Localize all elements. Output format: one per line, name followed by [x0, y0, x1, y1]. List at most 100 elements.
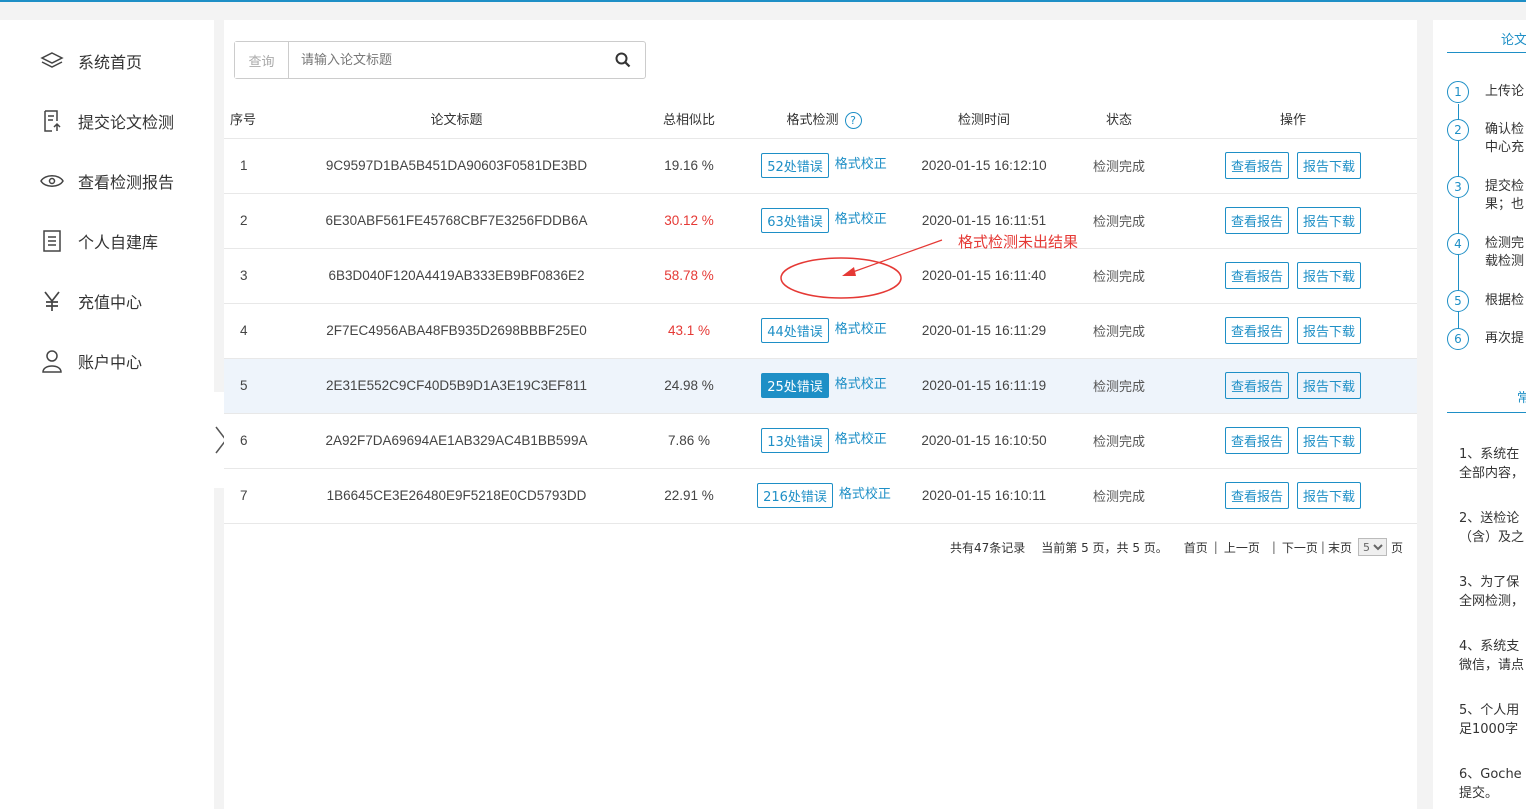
view-report-button[interactable]: 查看报告 [1224, 317, 1289, 344]
view-report-button[interactable]: 查看报告 [1224, 207, 1289, 234]
step-text: 根据检 [1485, 292, 1524, 310]
format-fix-link[interactable]: 格式校正 [835, 322, 887, 337]
step-line: 上传论 [1485, 84, 1525, 99]
row-similarity: 43.1 % [629, 303, 749, 359]
row-time: 2020-01-15 16:11:19 [899, 358, 1069, 414]
pagination: 共有47条记录 当前第 5 页，共 5 页。 首页 | 上一页 | 下一页 | … [944, 538, 1403, 556]
download-report-button[interactable]: 报告下载 [1297, 427, 1362, 454]
format-fix-link[interactable]: 格式校正 [835, 377, 887, 392]
eye-icon [38, 167, 66, 195]
pager-divider: | [1320, 540, 1325, 554]
step-text: 确认检 中心充 [1485, 121, 1524, 157]
download-report-button[interactable]: 报告下载 [1297, 482, 1362, 509]
top-accent-line [0, 0, 1526, 2]
pager-prev[interactable]: 上一页 [1224, 539, 1260, 556]
row-time: 2020-01-15 16:11:29 [899, 303, 1069, 359]
pager-next[interactable]: 下一页 [1282, 539, 1318, 556]
row-title: 2F7EC4956ABA48FB935D2698BBBF25E0 [284, 303, 629, 359]
guide-step: 1 上传论 [1447, 81, 1524, 103]
col-format: 格式检测? [749, 100, 899, 139]
note-line: 6、Goche [1459, 767, 1522, 782]
format-errors-button[interactable]: 216处错误 [757, 483, 833, 508]
view-report-button[interactable]: 查看报告 [1224, 152, 1289, 179]
sidebar-item-label: 查看检测报告 [78, 173, 175, 192]
guide-step: 4 检测完 载检测 [1447, 233, 1524, 271]
note-line: 足1000字 [1459, 722, 1519, 737]
format-errors-button[interactable]: 13处错误 [761, 428, 829, 453]
step-text: 上传论 [1485, 83, 1524, 101]
sidebar-item-reports[interactable]: 查看检测报告 [38, 161, 174, 201]
download-report-button[interactable]: 报告下载 [1297, 152, 1362, 179]
faq-note: 6、Goche 提交。 [1459, 765, 1522, 803]
step-line: 中心充 [1485, 140, 1525, 155]
main-panel: 查询 序号 论文标题 总相似比 格式检测? 检测时间 状态 操作 1 9C959… [224, 20, 1417, 809]
sidebar-item-library[interactable]: 个人自建库 [38, 221, 158, 261]
pager-suffix: 页 [1390, 540, 1403, 555]
sidebar-item-account[interactable]: 账户中心 [38, 341, 142, 381]
step-line: 检测完 [1485, 236, 1525, 251]
pager-divider: | [1271, 540, 1276, 554]
help-icon[interactable]: ? [844, 111, 862, 129]
sidebar-item-home[interactable]: 系统首页 [38, 41, 142, 81]
row-similarity: 24.98 % [629, 358, 749, 414]
view-report-button[interactable]: 查看报告 [1224, 262, 1289, 289]
table-row: 1 9C9597D1BA5B451DA90603F0581DE3BD 19.16… [224, 138, 1417, 194]
view-report-button[interactable]: 查看报告 [1224, 427, 1289, 454]
row-format: 52处错误 格式校正 [749, 138, 899, 194]
row-title: 9C9597D1BA5B451DA90603F0581DE3BD [284, 138, 629, 194]
step-line: 根据检 [1485, 293, 1525, 308]
view-report-button[interactable]: 查看报告 [1224, 482, 1289, 509]
download-report-button[interactable]: 报告下载 [1297, 372, 1362, 399]
format-fix-link[interactable]: 格式校正 [839, 487, 891, 502]
search-button[interactable] [601, 42, 645, 78]
row-status: 检测完成 [1069, 468, 1169, 524]
row-status: 检测完成 [1069, 193, 1169, 249]
note-line: 全部内容， [1459, 466, 1525, 481]
row-index: 5 [224, 358, 284, 414]
sidebar-item-submit[interactable]: 提交论文检测 [38, 101, 174, 141]
col-similarity: 总相似比 [629, 100, 749, 139]
step-text: 再次提 [1485, 330, 1524, 348]
step-number: 3 [1447, 176, 1469, 198]
download-report-button[interactable]: 报告下载 [1297, 207, 1362, 234]
download-report-button[interactable]: 报告下载 [1297, 317, 1362, 344]
format-fix-link[interactable]: 格式校正 [835, 432, 887, 447]
row-similarity: 19.16 % [629, 138, 749, 194]
pager-last[interactable]: 末页 [1328, 539, 1352, 556]
sidebar: 系统首页 提交论文检测 查看检测报告 个人自建库 充值中心 账户中心 [0, 20, 214, 809]
step-line: 提交检 [1485, 179, 1525, 194]
format-fix-link[interactable]: 格式校正 [835, 157, 887, 172]
col-ops: 操作 [1169, 100, 1417, 139]
sidebar-item-recharge[interactable]: 充值中心 [38, 281, 142, 321]
format-fix-link[interactable]: 格式校正 [835, 212, 887, 227]
row-time: 2020-01-15 16:12:10 [899, 138, 1069, 194]
view-report-button[interactable]: 查看报告 [1224, 372, 1289, 399]
row-status: 检测完成 [1069, 413, 1169, 469]
guide-step: 5 根据检 [1447, 290, 1524, 312]
table-row: 6 2A92F7DA69694AE1AB329AC4B1BB599A 7.86 … [224, 413, 1417, 469]
row-index: 1 [224, 138, 284, 194]
row-ops: 查看报告 报告下载 [1169, 358, 1417, 414]
row-ops: 查看报告 报告下载 [1169, 468, 1417, 524]
pager-first[interactable]: 首页 [1184, 539, 1208, 556]
page-select[interactable]: 5 [1357, 538, 1387, 556]
upload-doc-icon [38, 107, 66, 135]
faq-note: 3、为了保 全网检测， [1459, 573, 1524, 611]
format-errors-button[interactable]: 63处错误 [761, 208, 829, 233]
pager-total: 共有47条记录 [949, 540, 1026, 555]
pager-current: 当前第 5 页，共 5 页。 [1041, 540, 1168, 555]
col-format-label: 格式检测 [786, 112, 839, 128]
note-line: 5、个人用 [1459, 703, 1520, 718]
guide-title: 论文 [1501, 33, 1526, 48]
row-index: 4 [224, 303, 284, 359]
download-report-button[interactable]: 报告下载 [1297, 262, 1362, 289]
sidebar-item-label: 提交论文检测 [78, 113, 175, 132]
guide-step: 2 确认检 中心充 [1447, 119, 1524, 157]
annotation-label: 格式检测未出结果 [958, 233, 1079, 251]
format-errors-button[interactable]: 52处错误 [761, 153, 829, 178]
format-errors-button[interactable]: 44处错误 [761, 318, 829, 343]
step-number: 4 [1447, 233, 1469, 255]
format-errors-button[interactable]: 25处错误 [761, 373, 829, 398]
search-bar: 查询 [234, 41, 646, 79]
search-input[interactable] [289, 42, 601, 78]
